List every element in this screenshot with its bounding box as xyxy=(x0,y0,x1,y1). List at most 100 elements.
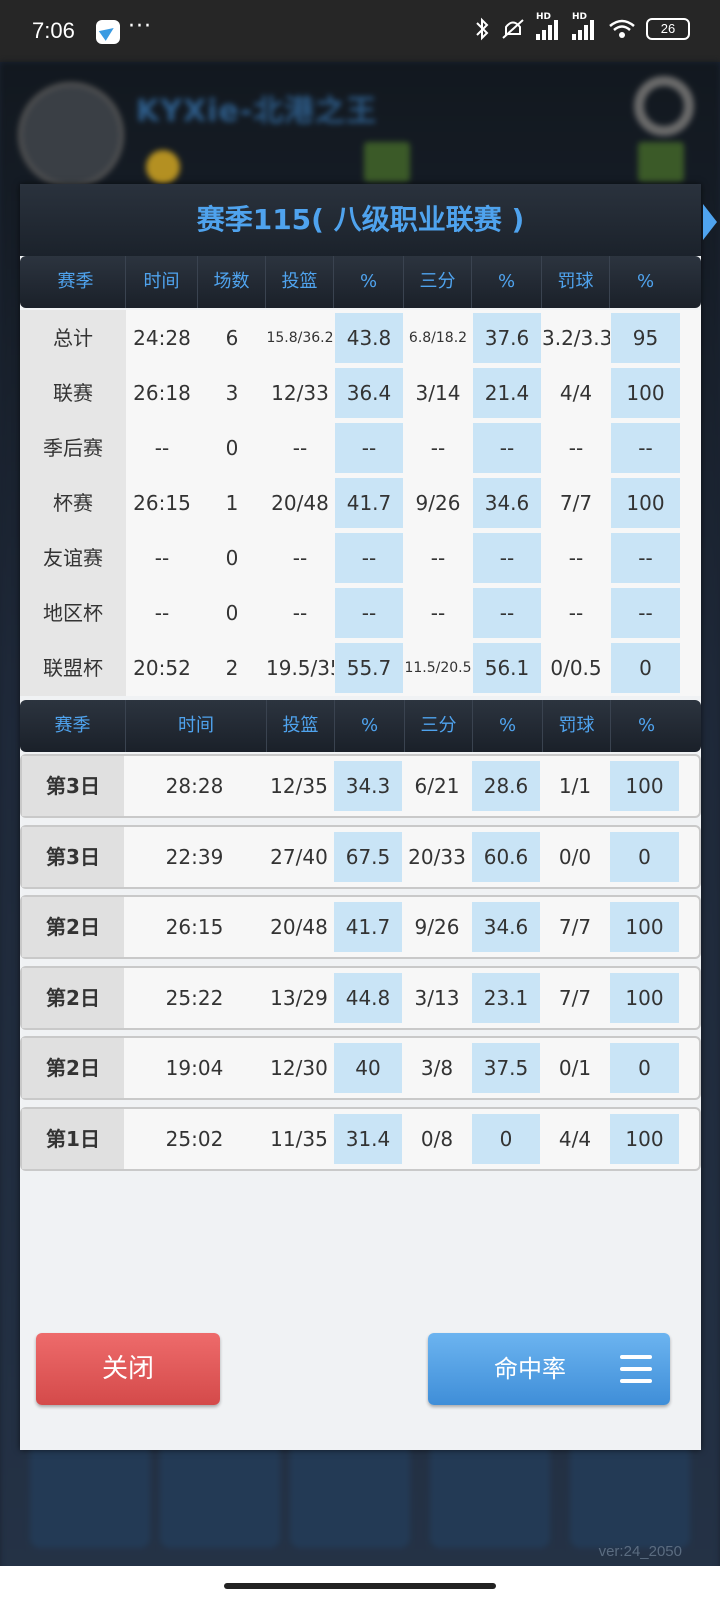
cell-value: -- xyxy=(638,546,653,570)
cell-value: 0 xyxy=(225,436,239,460)
cell-value: -- xyxy=(292,601,308,625)
cell-value: 4/4 xyxy=(558,1126,592,1151)
cell-value: 1 xyxy=(225,491,239,515)
cell-time: -- xyxy=(126,420,198,476)
cell-time: 24:28 xyxy=(126,310,198,366)
dialog-header: 赛季115( 八级职业联赛 ) xyxy=(20,184,717,256)
season-row[interactable]: 联盟杯 20:52 2 19.5/35 55.7 11.5/20.5 56.1 0/0.5 0 xyxy=(20,640,701,696)
cell-fg_pct: 41.7 xyxy=(333,897,403,957)
cell-value: 28.6 xyxy=(483,774,529,798)
season-row[interactable]: 杯赛 26:15 1 20/48 41.7 9/26 34.6 7/7 100 xyxy=(20,475,701,531)
cell-value: 3/14 xyxy=(415,381,461,405)
cell-value: 友谊赛 xyxy=(43,546,103,570)
cell-value: 24:28 xyxy=(133,326,191,350)
cell-value: 第2日 xyxy=(46,915,100,939)
cell-value: 100 xyxy=(626,491,665,515)
wifi-icon xyxy=(609,19,635,38)
season-stats-dialog: 赛季115( 八级职业联赛 ) 关闭 命中率 赛季 时间 场数 投篮% 三分% 罚球% 总计… xyxy=(20,184,717,1450)
header-cell[interactable]: % xyxy=(335,700,405,752)
cell-value: 25:22 xyxy=(165,985,224,1010)
cell-value: 3.2/3.3 xyxy=(542,326,610,350)
cell-three_pct: 21.4 xyxy=(472,365,542,421)
close-button[interactable]: 关闭 xyxy=(36,1333,220,1405)
header-cell[interactable]: 投篮 xyxy=(266,256,334,308)
cell-value: 60.6 xyxy=(483,844,529,869)
avatar xyxy=(18,82,124,188)
cell-three: -- xyxy=(404,530,472,586)
cell-value: 6.8/18.2 xyxy=(408,330,468,346)
cell-value: 0/8 xyxy=(420,1126,454,1151)
badge-icon xyxy=(638,142,684,182)
header-cell[interactable]: 场数 xyxy=(198,256,266,308)
season-row[interactable]: 季后赛 -- 0 -- -- -- -- -- -- xyxy=(20,420,701,476)
cell-value: 100 xyxy=(625,915,664,939)
header-cell[interactable]: % xyxy=(472,256,542,308)
cell-time: 26:18 xyxy=(126,365,198,421)
header-cell[interactable]: 时间 xyxy=(126,256,198,308)
badge-icon xyxy=(364,142,410,182)
header-cell[interactable]: 赛季 xyxy=(20,700,126,752)
cell-value: -- xyxy=(568,601,584,625)
cell-ft_pct: 100 xyxy=(609,897,680,957)
cell-value: 0 xyxy=(225,601,239,625)
cell-value: 43.8 xyxy=(346,326,392,350)
cell-ft_pct: 100 xyxy=(610,475,681,531)
cell-value: -- xyxy=(499,436,515,460)
season-row[interactable]: 地区杯 -- 0 -- -- -- -- -- -- xyxy=(20,585,701,641)
cell-ft: 0/1 xyxy=(541,1038,609,1098)
cell-fg_pct: 34.3 xyxy=(333,756,403,816)
cell-fg: 20/48 xyxy=(266,475,334,531)
cell-name: 第2日 xyxy=(22,967,124,1028)
header-cell[interactable]: % xyxy=(611,700,682,752)
season-row[interactable]: 总计 24:28 6 15.8/36.2 43.8 6.8/18.2 37.6 3.2/3.3… xyxy=(20,310,701,366)
header-cell[interactable]: % xyxy=(334,256,404,308)
header-cell[interactable]: % xyxy=(610,256,681,308)
header-cell[interactable]: 时间 xyxy=(126,700,267,752)
cell-ft: 0/0.5 xyxy=(542,640,610,696)
cell-fg: 15.8/36.2 xyxy=(266,310,334,366)
game-row[interactable]: 第3日 28:28 12/35 34.3 6/21 28.6 1/1 100 xyxy=(20,754,701,818)
next-season-arrow-icon[interactable] xyxy=(703,204,717,240)
header-cell[interactable]: 罚球 xyxy=(543,700,611,752)
cell-three_pct: 56.1 xyxy=(472,640,542,696)
cell-value: 15.8/36.2 xyxy=(266,330,334,346)
header-cell[interactable]: 三分 xyxy=(405,700,473,752)
cell-value: -- xyxy=(568,546,584,570)
header-cell[interactable]: 三分 xyxy=(404,256,472,308)
cell-value: 37.6 xyxy=(484,326,530,350)
cell-ft_pct: 100 xyxy=(610,365,681,421)
cell-value: 3 xyxy=(225,381,239,405)
cell-value: 6/21 xyxy=(414,774,460,798)
game-row[interactable]: 第2日 26:15 20/48 41.7 9/26 34.6 7/7 100 xyxy=(20,895,701,959)
cell-value: 100 xyxy=(625,1126,664,1151)
game-row[interactable]: 第1日 25:02 11/35 31.4 0/8 0 4/4 100 xyxy=(20,1106,701,1171)
cell-fg: -- xyxy=(266,530,334,586)
game-row[interactable]: 第3日 22:39 27/40 67.5 20/33 60.6 0/0 0 xyxy=(20,824,701,889)
cell-time: 20:52 xyxy=(126,640,198,696)
header-cell[interactable]: 赛季 xyxy=(20,256,126,308)
cell-ft_pct: 95 xyxy=(610,310,681,366)
home-gesture-bar[interactable] xyxy=(224,1583,496,1589)
cell-value: -- xyxy=(499,601,515,625)
cell-value: 2 xyxy=(225,656,239,680)
cell-value: -- xyxy=(430,601,446,625)
cell-value: 34.6 xyxy=(483,915,529,939)
sort-by-rate-button[interactable]: 命中率 xyxy=(428,1333,670,1405)
cell-value: 0 xyxy=(639,656,652,680)
season-row[interactable]: 联赛 26:18 3 12/33 36.4 3/14 21.4 4/4 100 xyxy=(20,365,701,421)
game-row[interactable]: 第2日 19:04 12/30 40 3/8 37.5 0/1 0 xyxy=(20,1036,701,1100)
cell-value: 第3日 xyxy=(46,844,100,869)
cell-fg: 27/40 xyxy=(265,827,333,887)
cell-value: -- xyxy=(292,546,308,570)
cell-value: 0 xyxy=(638,1056,651,1080)
cell-ft_pct: 0 xyxy=(609,1038,680,1098)
header-cell[interactable]: % xyxy=(473,700,543,752)
cell-games: 6 xyxy=(198,310,266,366)
game-row[interactable]: 第2日 25:22 13/29 44.8 3/13 23.1 7/7 100 xyxy=(20,965,701,1030)
cell-ft: 4/4 xyxy=(542,365,610,421)
header-cell[interactable]: 投篮 xyxy=(267,700,335,752)
header-cell[interactable]: 罚球 xyxy=(542,256,610,308)
cell-value: 44.8 xyxy=(345,985,391,1010)
cell-value: 36.4 xyxy=(346,381,392,405)
season-row[interactable]: 友谊赛 -- 0 -- -- -- -- -- -- xyxy=(20,530,701,586)
